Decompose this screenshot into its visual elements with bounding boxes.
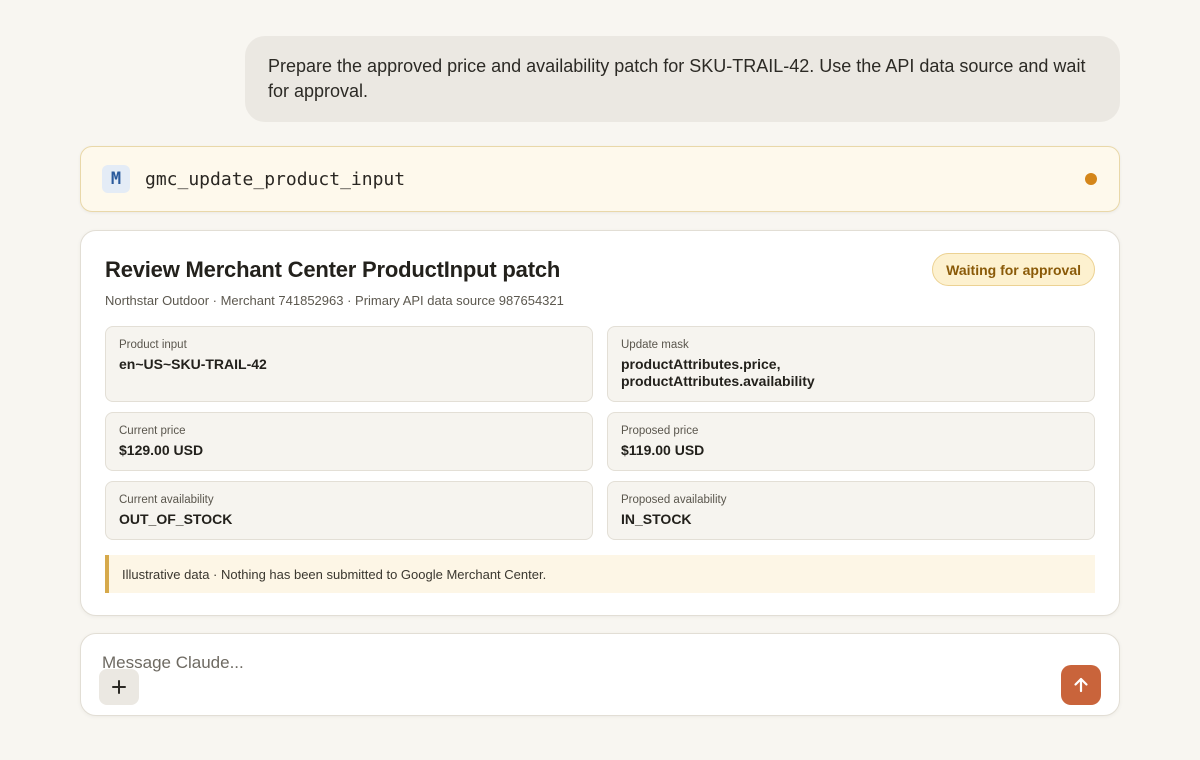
status-badge: Waiting for approval: [932, 253, 1095, 286]
field-value: en~US~SKU-TRAIL-42: [119, 356, 267, 372]
field-value-line-2: productAttributes.availability: [621, 373, 815, 389]
message-composer: [80, 633, 1120, 716]
user-message-bubble: Prepare the approved price and availabil…: [245, 36, 1120, 122]
field-value-line-1: productAttributes.price,: [621, 356, 781, 372]
field-value: OUT_OF_STOCK: [119, 511, 233, 527]
tool-name: gmc_update_product_input: [145, 168, 406, 190]
field-value: IN_STOCK: [621, 511, 692, 527]
illustrative-notice: Illustrative data · Nothing has been sub…: [105, 555, 1095, 593]
field-value: $119.00 USD: [621, 442, 705, 458]
field-value: $129.00 USD: [119, 442, 204, 458]
field-current-price: Current price $129.00 USD: [105, 412, 593, 471]
user-message-text: Prepare the approved price and availabil…: [268, 56, 1086, 101]
field-label: Current availability: [119, 494, 214, 506]
tool-badge: M: [102, 165, 130, 193]
field-proposed-price: Proposed price $119.00 USD: [607, 412, 1095, 471]
field-label: Proposed availability: [621, 494, 727, 506]
field-update-mask: Update mask productAttributes.price, pro…: [607, 326, 1095, 402]
field-label: Product input: [119, 339, 187, 351]
field-label: Current price: [119, 425, 186, 437]
field-proposed-availability: Proposed availability IN_STOCK: [607, 481, 1095, 540]
tool-call-header[interactable]: M gmc_update_product_input: [80, 146, 1120, 212]
pending-dot-icon: [1085, 173, 1097, 185]
review-card: Review Merchant Center ProductInput patc…: [80, 230, 1120, 616]
card-title: Review Merchant Center ProductInput patc…: [105, 257, 561, 282]
arrow-up-icon: [1074, 677, 1088, 693]
field-product-input: Product input en~US~SKU-TRAIL-42: [105, 326, 593, 402]
field-label: Proposed price: [621, 425, 699, 437]
field-label: Update mask: [621, 339, 689, 351]
field-current-availability: Current availability OUT_OF_STOCK: [105, 481, 593, 540]
notice-text: Illustrative data · Nothing has been sub…: [122, 566, 547, 582]
card-subtitle: Northstar Outdoor · Merchant 741852963 ·…: [105, 293, 564, 308]
message-input[interactable]: [102, 653, 1002, 673]
add-attachment-button[interactable]: [99, 669, 139, 705]
send-button[interactable]: [1061, 665, 1101, 705]
plus-icon: [112, 680, 126, 694]
